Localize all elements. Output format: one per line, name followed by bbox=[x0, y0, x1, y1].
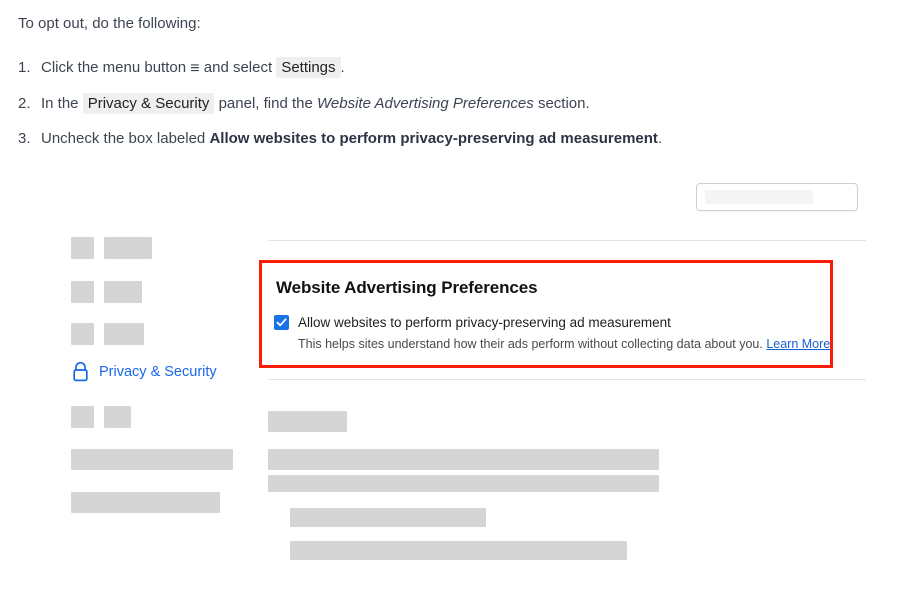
step-1-text-after: . bbox=[340, 59, 345, 76]
website-advertising-preferences-panel: Website Advertising Preferences Allow we… bbox=[259, 260, 833, 368]
content-placeholder-bar bbox=[268, 475, 659, 492]
step-3-text-after: . bbox=[657, 130, 663, 147]
sidebar-placeholder-icon bbox=[71, 323, 94, 345]
divider-above-panel bbox=[268, 240, 866, 241]
step-number-2: 2. bbox=[18, 95, 31, 112]
step-1-text-middle: and select bbox=[203, 59, 273, 76]
instructions-intro: To opt out, do the following: bbox=[18, 15, 201, 32]
content-placeholder-bar bbox=[268, 411, 347, 432]
panel-title: Website Advertising Preferences bbox=[276, 278, 538, 297]
step-3-text-before: Uncheck the box labeled bbox=[41, 130, 206, 147]
ad-measurement-checkbox-row[interactable]: Allow websites to perform privacy-preser… bbox=[274, 314, 671, 331]
step-2-section-name: Website Advertising Preferences bbox=[317, 95, 534, 112]
step-3-checkbox-name: Allow websites to perform privacy-preser… bbox=[209, 130, 658, 147]
step-number-1: 1. bbox=[18, 59, 31, 76]
instructions-step-list: 1. Click the menu button ≡ and select Set… bbox=[18, 57, 888, 149]
sidebar-placeholder-label bbox=[104, 406, 131, 428]
instructions-block: To opt out, do the following: 1. Click th… bbox=[18, 10, 888, 164]
instruction-step-1: 1. Click the menu button ≡ and select Set… bbox=[18, 57, 888, 79]
step-2-text-middle: panel, find the bbox=[218, 95, 313, 112]
sidebar-placeholder-icon bbox=[71, 237, 94, 259]
content-placeholder-bar bbox=[290, 508, 486, 527]
learn-more-link[interactable]: Learn More bbox=[766, 337, 830, 351]
settings-chip: Settings bbox=[276, 57, 341, 78]
sidebar-placeholder-bar bbox=[71, 449, 233, 470]
step-number-3: 3. bbox=[18, 130, 31, 147]
content-placeholder-bar bbox=[290, 541, 627, 560]
divider-below-panel bbox=[268, 379, 866, 380]
sidebar-placeholder-label bbox=[104, 237, 152, 259]
sidebar-placeholder-icon bbox=[71, 406, 94, 428]
search-input[interactable] bbox=[696, 183, 858, 211]
step-1-text-before: Click the menu button bbox=[41, 59, 187, 76]
instruction-step-2: 2. In the Privacy & Security panel, find … bbox=[18, 93, 888, 114]
search-placeholder-bar bbox=[705, 190, 813, 204]
sidebar-item-privacy-security[interactable]: Privacy & Security bbox=[71, 361, 217, 382]
step-2-text-after: section. bbox=[537, 95, 590, 112]
sidebar-item-label: Privacy & Security bbox=[99, 363, 217, 380]
sidebar-placeholder-icon bbox=[71, 281, 94, 303]
panel-description-text: This helps sites understand how their ad… bbox=[298, 337, 763, 351]
ad-measurement-checkbox[interactable] bbox=[274, 315, 289, 330]
sidebar-placeholder-bar bbox=[71, 492, 220, 513]
sidebar-placeholder-label bbox=[104, 281, 142, 303]
instruction-step-3: 3. Uncheck the box labeled Allow websites… bbox=[18, 129, 888, 149]
panel-description-row: This helps sites understand how their ad… bbox=[298, 336, 830, 352]
hamburger-menu-icon: ≡ bbox=[190, 60, 200, 77]
step-2-text-before: In the bbox=[41, 95, 79, 112]
sidebar-placeholder-label bbox=[104, 323, 144, 345]
lock-icon bbox=[71, 361, 90, 382]
content-placeholder-bar bbox=[268, 449, 659, 470]
ad-measurement-checkbox-label: Allow websites to perform privacy-preser… bbox=[298, 315, 671, 330]
privacy-security-chip: Privacy & Security bbox=[82, 93, 215, 114]
